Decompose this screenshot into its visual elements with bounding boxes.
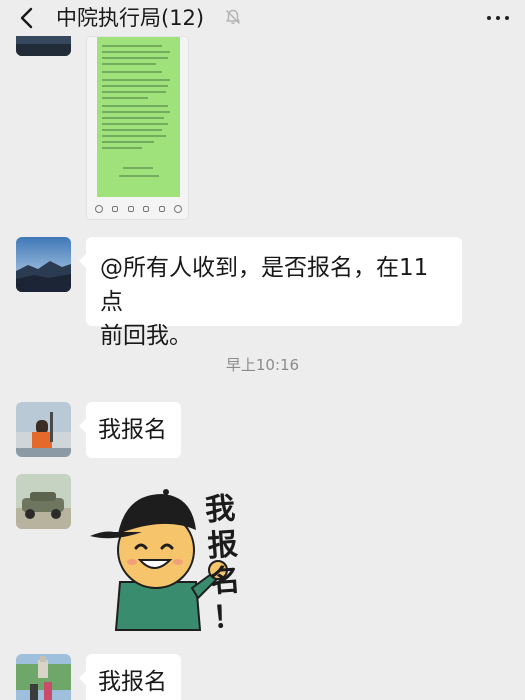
chat-header: 中院执行局(12) [0,0,525,36]
message-bubble: @所有人收到，是否报名，在11点 前回我。 [79,237,462,349]
circle-icon [94,205,103,213]
message-text: 前回我。 [100,323,192,349]
message-text: @所有人收到，是否报名，在11点 [100,255,429,315]
image-toolbar [87,199,188,219]
message-bubble: 我报名 [79,654,181,700]
message-text: 我报名 [98,417,167,443]
bell-muted-icon [226,9,240,24]
avatar-image [16,237,71,292]
more-dot [496,16,500,20]
circle-icon [174,205,183,213]
timestamp: 早上10:16 [225,356,300,374]
avatar-sender-2[interactable] [16,237,71,292]
avatar-sender-4[interactable] [16,474,71,529]
chat-title: 中院执行局(12) [56,6,205,30]
chevron-left-icon [20,7,33,29]
image-thumbnail [97,37,180,197]
image-message[interactable] [86,36,189,220]
more-dot [505,16,509,20]
square-icon [158,206,165,212]
square-icon [143,206,150,212]
message-text: 我报名 [98,669,167,695]
avatar-sender-3[interactable] [16,402,71,457]
more-button[interactable] [483,8,513,28]
square-icon [127,206,134,212]
square-icon [112,206,119,212]
message-bubble: 我报名 [79,402,181,458]
avatar-sender-5[interactable] [16,654,71,700]
avatar-image [16,402,71,457]
avatar-image [16,654,71,700]
more-dot [487,16,491,20]
avatar-image [16,474,71,529]
back-button[interactable] [14,5,40,31]
